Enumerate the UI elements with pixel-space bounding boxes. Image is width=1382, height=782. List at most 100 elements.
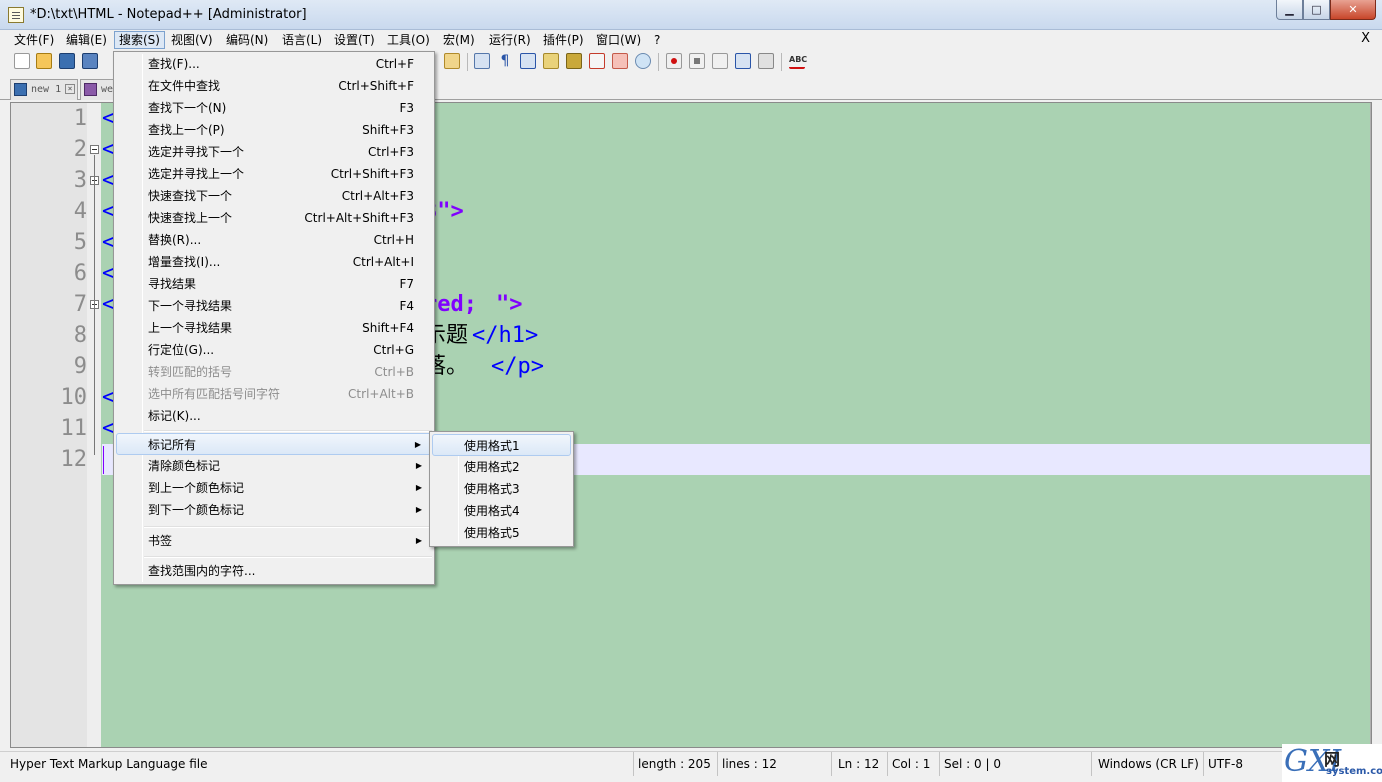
record-macro-icon[interactable] xyxy=(666,53,682,69)
menu-separator xyxy=(144,430,432,432)
menu-item-find-in-files[interactable]: 在文件中查找 Ctrl+Shift+F xyxy=(116,75,432,97)
notepad-app-icon xyxy=(8,7,24,23)
menu-settings[interactable]: 设置(T) xyxy=(330,31,379,49)
line-number: 6 xyxy=(73,261,87,286)
menu-tools[interactable]: 工具(O) xyxy=(383,31,434,49)
menu-language[interactable]: 语言(L) xyxy=(278,31,326,49)
tab-label: we xyxy=(101,84,114,95)
menu-item-find-next[interactable]: 查找下一个(N) F3 xyxy=(116,97,432,119)
minimize-icon: ▁ xyxy=(1285,3,1294,16)
line-number: 9 xyxy=(73,354,87,379)
menu-item-previous-result[interactable]: 上一个寻找结果 Shift+F4 xyxy=(116,317,432,339)
save-all-icon[interactable] xyxy=(82,53,98,69)
menu-item-quick-find-previous[interactable]: 快速查找上一个 Ctrl+Alt+Shift+F3 xyxy=(116,207,432,229)
status-file-type: Hyper Text Markup Language file xyxy=(6,752,634,776)
submenu-item-style-2[interactable]: 使用格式2 xyxy=(432,456,571,478)
eye-icon[interactable] xyxy=(635,53,651,69)
save-macro-icon[interactable] xyxy=(758,53,774,69)
tab-web[interactable]: we xyxy=(80,79,114,100)
status-line-number: Ln : 12 xyxy=(834,752,888,776)
saved-disk-icon xyxy=(14,83,27,96)
fold-toggle-icon[interactable] xyxy=(90,145,99,154)
document-map-icon[interactable] xyxy=(543,53,559,69)
status-selection: Sel : 0 | 0 xyxy=(940,752,1092,776)
line-number: 11 xyxy=(60,416,88,441)
find-in-files-icon[interactable] xyxy=(444,53,460,69)
close-document-button[interactable]: X xyxy=(1361,31,1370,46)
menu-plugins[interactable]: 插件(P) xyxy=(539,31,588,49)
text-caret xyxy=(103,446,104,474)
editor-border xyxy=(1370,103,1371,747)
maximize-button[interactable]: □ xyxy=(1303,0,1330,20)
close-button[interactable]: ✕ xyxy=(1330,0,1376,20)
menu-macro[interactable]: 宏(M) xyxy=(439,31,479,49)
menu-item-mark[interactable]: 标记(K)... xyxy=(116,405,432,427)
menu-item-incremental-search[interactable]: 增量查找(I)... Ctrl+Alt+I xyxy=(116,251,432,273)
close-icon: ✕ xyxy=(1348,3,1358,16)
window-title: *D:\txt\HTML - Notepad++ [Administrator] xyxy=(30,7,307,22)
menu-file[interactable]: 文件(F) xyxy=(10,31,58,49)
submenu-item-style-1[interactable]: 使用格式1 xyxy=(432,434,571,456)
tab-close-icon[interactable]: × xyxy=(65,84,75,94)
tab-label: new 1 xyxy=(31,84,62,95)
save-icon[interactable] xyxy=(59,53,75,69)
status-column: Col : 1 xyxy=(888,752,940,776)
menu-item-select-find-next[interactable]: 选定并寻找下一个 Ctrl+F3 xyxy=(116,141,432,163)
menu-item-prev-color-mark[interactable]: 到上一个颜色标记 ▶ xyxy=(116,477,432,499)
play-macro-icon[interactable] xyxy=(712,53,728,69)
spell-check-icon[interactable]: ABC xyxy=(789,53,807,69)
menu-help[interactable]: ? xyxy=(650,31,664,49)
site-watermark: GXI 网 system.com xyxy=(1282,744,1382,782)
line-number: 2 xyxy=(73,137,87,162)
minimize-button[interactable]: ▁ xyxy=(1276,0,1303,20)
menu-item-find[interactable]: 查找(F)... Ctrl+F xyxy=(116,53,432,75)
menu-item-search-results[interactable]: 寻找结果 F7 xyxy=(116,273,432,295)
menu-item-mark-all[interactable]: 标记所有 ▶ xyxy=(116,433,432,455)
word-wrap-icon[interactable] xyxy=(474,53,490,69)
menu-item-replace[interactable]: 替换(R)... Ctrl+H xyxy=(116,229,432,251)
menu-encoding[interactable]: 编码(N) xyxy=(222,31,272,49)
menu-item-clear-color-marks[interactable]: 清除颜色标记 ▶ xyxy=(116,455,432,477)
menu-run[interactable]: 运行(R) xyxy=(485,31,535,49)
stop-macro-icon[interactable] xyxy=(689,53,705,69)
menu-search[interactable]: 搜索(S) xyxy=(114,31,165,49)
menu-edit[interactable]: 编辑(E) xyxy=(62,31,111,49)
indent-guide-icon[interactable] xyxy=(520,53,536,69)
status-lines: lines : 12 xyxy=(718,752,832,776)
menu-bar: 文件(F) 编辑(E) 搜索(S) 视图(V) 编码(N) 语言(L) 设置(T… xyxy=(0,30,1382,50)
menu-separator xyxy=(144,556,432,558)
submenu-item-style-3[interactable]: 使用格式3 xyxy=(432,478,571,500)
submenu-item-style-5[interactable]: 使用格式5 xyxy=(432,522,571,544)
show-all-chars-icon[interactable]: ¶ xyxy=(497,53,513,69)
function-list-icon[interactable] xyxy=(566,53,582,69)
line-number-gutter: 1 2 3 4 5 6 7 8 9 10 11 12 xyxy=(11,103,87,747)
menu-window[interactable]: 窗口(W) xyxy=(592,31,645,49)
menu-item-find-previous[interactable]: 查找上一个(P) Shift+F3 xyxy=(116,119,432,141)
menu-item-quick-find-next[interactable]: 快速查找下一个 Ctrl+Alt+F3 xyxy=(116,185,432,207)
new-file-icon[interactable] xyxy=(14,53,30,69)
line-number: 12 xyxy=(60,447,88,472)
submenu-item-style-4[interactable]: 使用格式4 xyxy=(432,500,571,522)
menu-item-next-result[interactable]: 下一个寻找结果 F4 xyxy=(116,295,432,317)
monitoring-icon[interactable] xyxy=(612,53,628,69)
submenu-arrow-icon: ▶ xyxy=(415,536,422,545)
menu-view[interactable]: 视图(V) xyxy=(167,31,217,49)
status-eol: Windows (CR LF) xyxy=(1094,752,1204,776)
menu-item-next-color-mark[interactable]: 到下一个颜色标记 ▶ xyxy=(116,499,432,521)
line-number: 7 xyxy=(73,292,87,317)
tab-new-1[interactable]: new 1 × xyxy=(10,79,78,100)
menu-item-goto-line[interactable]: 行定位(G)... Ctrl+G xyxy=(116,339,432,361)
submenu-arrow-icon: ▶ xyxy=(415,461,422,470)
menu-item-find-chars-in-range[interactable]: 查找范围内的字符... xyxy=(116,560,432,582)
run-macro-multiple-icon[interactable] xyxy=(735,53,751,69)
menu-item-select-find-previous[interactable]: 选定并寻找上一个 Ctrl+Shift+F3 xyxy=(116,163,432,185)
mark-all-submenu: 使用格式1 使用格式2 使用格式3 使用格式4 使用格式5 xyxy=(429,431,574,547)
maximize-icon: □ xyxy=(1311,3,1322,16)
line-number: 5 xyxy=(73,230,87,255)
line-number: 1 xyxy=(73,106,87,131)
folder-as-workspace-icon[interactable] xyxy=(589,53,605,69)
line-number: 8 xyxy=(73,323,87,348)
menu-item-bookmark[interactable]: 书签 ▶ xyxy=(116,530,432,552)
open-file-icon[interactable] xyxy=(36,53,52,69)
window-controls: ▁ □ ✕ xyxy=(1276,0,1376,20)
